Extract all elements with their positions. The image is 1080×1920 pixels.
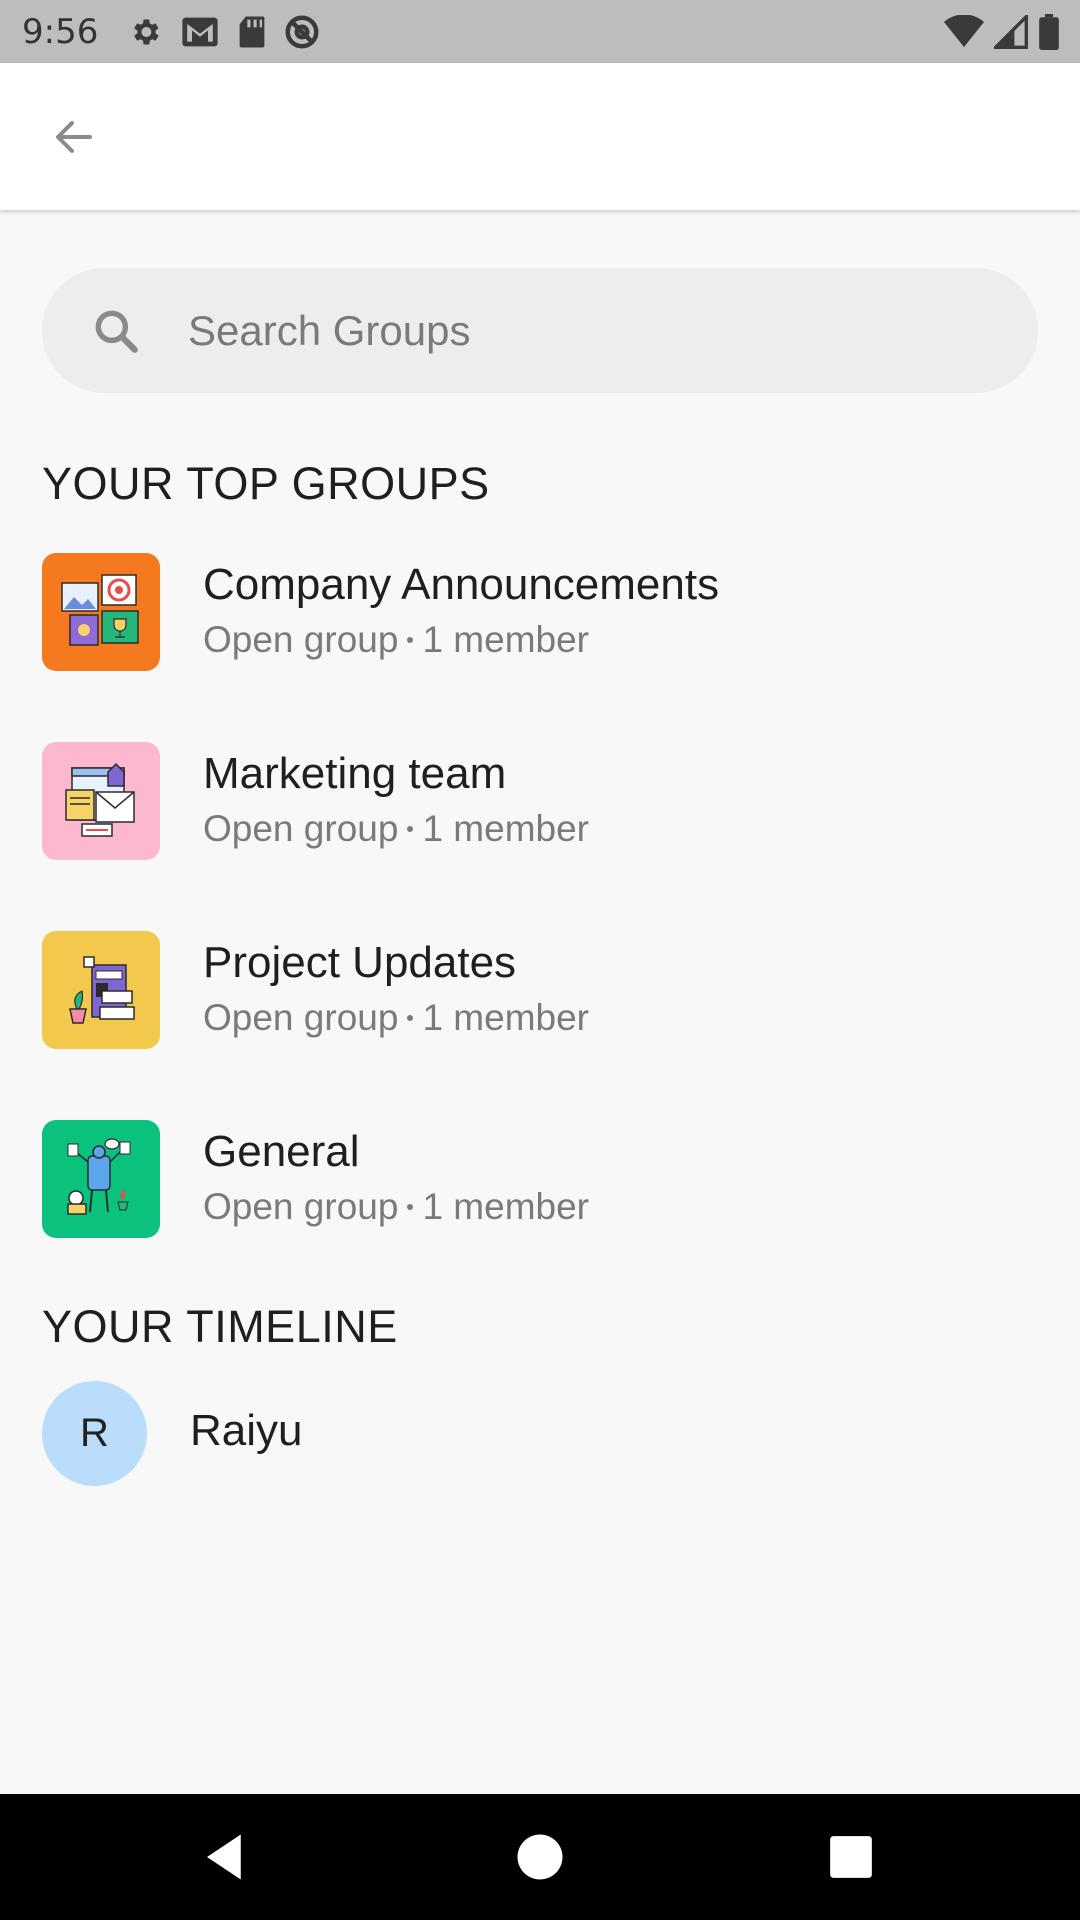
avatar: R xyxy=(42,1381,147,1486)
nav-home-button[interactable] xyxy=(507,1824,573,1890)
group-name: Project Updates xyxy=(203,938,517,987)
home-circle-icon xyxy=(517,1834,563,1880)
group-members: 1 member xyxy=(422,1186,589,1227)
group-name: Company Announcements xyxy=(203,560,720,609)
back-button[interactable] xyxy=(42,105,106,169)
group-type: Open group xyxy=(203,619,399,660)
group-row-marketing-team[interactable]: Marketing team Open group 1 member xyxy=(0,716,1080,886)
project-illustration xyxy=(42,931,160,1049)
sd-card-icon xyxy=(238,15,266,49)
group-meta: Open group 1 member xyxy=(203,991,589,1045)
group-members: 1 member xyxy=(422,808,589,849)
group-type: Open group xyxy=(203,808,399,849)
group-type: Open group xyxy=(203,997,399,1038)
group-row-general[interactable]: General Open group 1 member xyxy=(0,1094,1080,1264)
arrow-back-icon xyxy=(56,120,92,153)
group-members: 1 member xyxy=(422,619,589,660)
signal-icon xyxy=(994,14,1028,49)
status-bar: 9:56 xyxy=(0,0,1080,63)
group-text: Company Announcements Open group 1 membe… xyxy=(203,557,719,667)
separator-dot xyxy=(407,826,414,832)
marketing-illustration xyxy=(42,742,160,860)
separator-dot xyxy=(407,1204,414,1210)
group-name: Marketing team xyxy=(203,749,507,798)
recents-square-icon xyxy=(830,1836,872,1878)
group-meta: Open group 1 member xyxy=(203,1180,589,1234)
general-illustration xyxy=(42,1120,160,1238)
group-meta: Open group 1 member xyxy=(203,802,589,856)
group-text: General Open group 1 member xyxy=(203,1124,589,1234)
back-triangle-icon xyxy=(207,1834,241,1880)
search-input[interactable] xyxy=(186,305,946,356)
wifi-icon xyxy=(944,14,984,49)
group-type: Open group xyxy=(203,1186,399,1227)
nav-recents-button[interactable] xyxy=(818,1824,884,1890)
search-box[interactable] xyxy=(42,268,1038,393)
battery-icon xyxy=(1038,13,1060,50)
separator-dot xyxy=(407,637,414,643)
timeline-header: YOUR TIMELINE xyxy=(42,1301,398,1352)
at-sign-icon xyxy=(284,14,320,50)
separator-dot xyxy=(407,1015,414,1021)
announcements-illustration xyxy=(42,553,160,671)
group-meta: Open group 1 member xyxy=(203,613,719,667)
group-row-company-announcements[interactable]: Company Announcements Open group 1 membe… xyxy=(0,527,1080,697)
app-bar xyxy=(0,63,1080,210)
gear-icon xyxy=(128,15,162,49)
group-text: Marketing team Open group 1 member xyxy=(203,746,589,856)
group-row-project-updates[interactable]: Project Updates Open group 1 member xyxy=(0,905,1080,1075)
group-members: 1 member xyxy=(422,997,589,1038)
nav-back-button[interactable] xyxy=(192,1824,258,1890)
group-text: Project Updates Open group 1 member xyxy=(203,935,589,1045)
group-name: General xyxy=(203,1127,360,1176)
navigation-bar xyxy=(0,1794,1080,1920)
status-icons-right xyxy=(944,0,1060,63)
top-groups-header: YOUR TOP GROUPS xyxy=(42,458,490,509)
search-icon xyxy=(88,303,144,359)
status-icons-left xyxy=(128,14,320,50)
timeline-user-row[interactable]: R Raiyu xyxy=(0,1378,1080,1490)
status-time: 9:56 xyxy=(22,11,99,52)
timeline-user-name: Raiyu xyxy=(190,1406,303,1455)
gmail-icon xyxy=(180,16,220,48)
